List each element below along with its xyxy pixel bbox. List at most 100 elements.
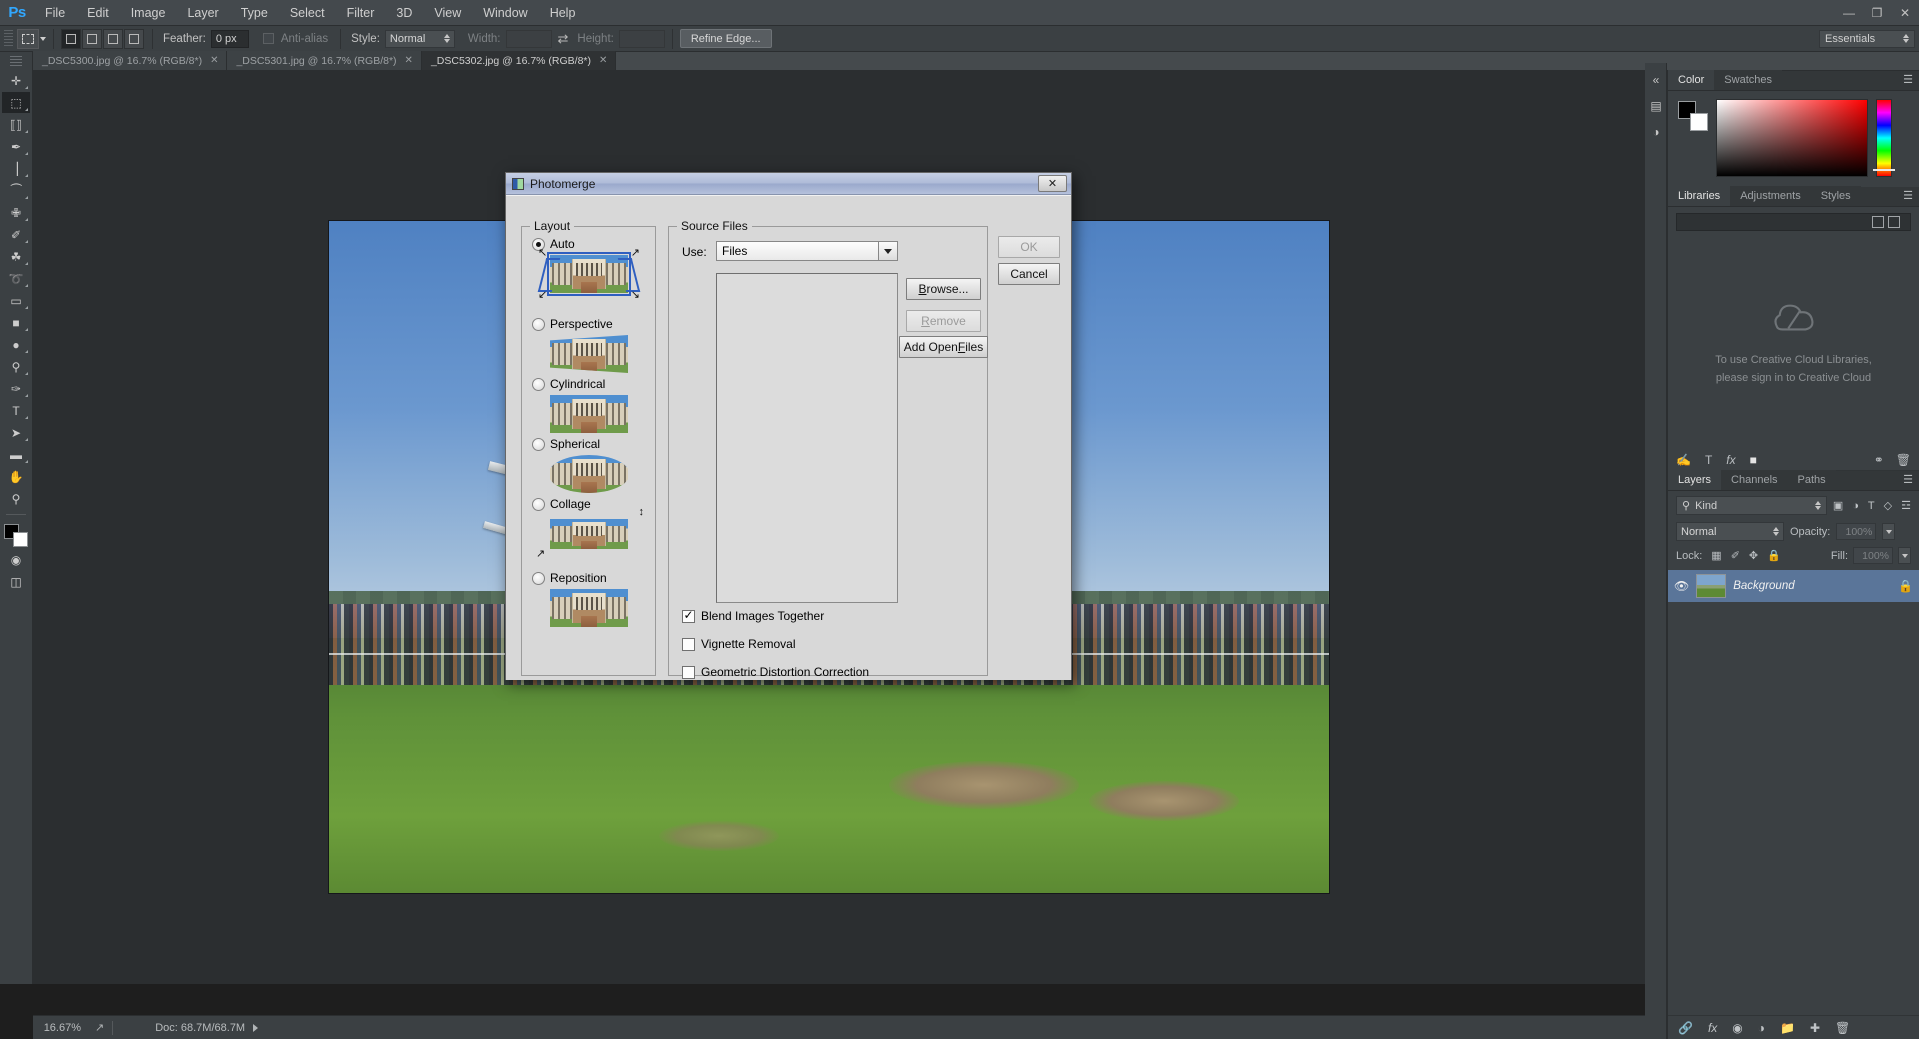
dialog-title-bar[interactable]: Photomerge ✕ xyxy=(506,173,1071,195)
layout-thumbnail-perspective[interactable] xyxy=(550,335,628,373)
tab-swatches[interactable]: Swatches xyxy=(1714,70,1782,90)
menu-view[interactable]: View xyxy=(423,0,472,26)
filter-pixel-icon[interactable]: ▣ xyxy=(1833,499,1843,512)
tools-panel-grip[interactable] xyxy=(10,56,22,66)
delete-layer-trash-icon[interactable]: 🗑 xyxy=(1835,1021,1850,1035)
solid-color-icon[interactable]: ■ xyxy=(1750,453,1757,467)
radio-cylindrical[interactable] xyxy=(532,377,545,391)
libraries-panel-menu-icon[interactable]: ☰ xyxy=(1903,186,1919,206)
height-input[interactable] xyxy=(618,29,665,48)
tab-libraries[interactable]: Libraries xyxy=(1668,186,1731,206)
tab-color[interactable]: Color xyxy=(1668,70,1715,90)
hue-ramp[interactable] xyxy=(1876,99,1892,177)
vignette-removal-checkbox[interactable]: ✓ xyxy=(682,637,695,651)
type-adjust-icon[interactable]: T xyxy=(1705,453,1712,467)
libraries-search-input[interactable] xyxy=(1681,216,1872,228)
layout-thumbnail-spherical[interactable] xyxy=(550,455,628,493)
menu-window[interactable]: Window xyxy=(472,0,538,26)
quick-mask-toggle[interactable]: ◉ xyxy=(2,549,30,570)
anti-alias-checkbox[interactable] xyxy=(262,33,274,44)
pen-tool[interactable]: ✑ xyxy=(2,378,30,399)
radio-collage[interactable] xyxy=(532,497,545,511)
color-background-swatch[interactable] xyxy=(1690,113,1708,131)
layer-style-fx-icon[interactable]: fx xyxy=(1708,1021,1717,1035)
opacity-chevron-down-icon[interactable] xyxy=(1882,523,1896,540)
layer-filter-kind-select[interactable]: ⚲ Kind xyxy=(1676,496,1827,515)
add-open-files-button[interactable]: Add Open Files xyxy=(899,336,988,358)
tool-preset-picker[interactable] xyxy=(17,28,39,49)
tab-channels[interactable]: Channels xyxy=(1721,470,1788,490)
layout-option-reposition[interactable]: Reposition xyxy=(532,571,607,585)
refine-edge-button[interactable]: Refine Edge... xyxy=(679,29,772,48)
opacity-value[interactable]: 100% xyxy=(1836,523,1877,540)
menu-layer[interactable]: Layer xyxy=(176,0,229,26)
tab-layers[interactable]: Layers xyxy=(1668,470,1722,490)
filter-type-icon[interactable]: T xyxy=(1868,500,1875,512)
lock-transparent-pixels-icon[interactable]: ▦ xyxy=(1711,549,1721,562)
menu-filter[interactable]: Filter xyxy=(336,0,386,26)
tab-close-icon[interactable]: ✕ xyxy=(599,55,607,66)
new-layer-icon[interactable]: ✚ xyxy=(1810,1021,1820,1035)
color-panel-menu-icon[interactable]: ☰ xyxy=(1903,70,1919,90)
vignette-removal-row[interactable]: ✓ Vignette Removal xyxy=(682,637,796,651)
tool-preset-chevron-down-icon[interactable] xyxy=(40,36,46,41)
layout-thumbnail-collage[interactable]: ↕ ↗ xyxy=(536,507,644,560)
radio-reposition[interactable] xyxy=(532,571,545,585)
menu-image[interactable]: Image xyxy=(120,0,177,26)
history-brush-tool[interactable]: ➰ xyxy=(2,268,30,289)
dodge-tool[interactable]: ⚲ xyxy=(2,356,30,377)
menu-edit[interactable]: Edit xyxy=(76,0,120,26)
restore-button[interactable]: ❐ xyxy=(1863,0,1891,26)
gradient-tool[interactable]: ■ xyxy=(2,312,30,333)
collapse-panels-chevron-icon[interactable]: « xyxy=(1645,67,1667,93)
filter-smart-object-icon[interactable]: ☲ xyxy=(1901,499,1911,512)
share-icon[interactable]: ↗ xyxy=(95,1021,104,1034)
clone-stamp-tool[interactable]: ☘ xyxy=(2,246,30,267)
zoom-level-field[interactable]: 16.67% xyxy=(33,1022,85,1034)
dialog-close-button[interactable]: ✕ xyxy=(1038,175,1067,192)
crop-tool[interactable]: ⎟ xyxy=(2,158,30,179)
layout-option-collage[interactable]: Collage xyxy=(532,497,591,511)
layout-thumbnail-reposition[interactable] xyxy=(550,589,628,627)
tab-close-icon[interactable]: ✕ xyxy=(405,55,413,66)
color-picker-field[interactable] xyxy=(1716,99,1868,177)
lock-image-pixels-icon[interactable]: ✐ xyxy=(1731,549,1740,562)
menu-file[interactable]: File xyxy=(34,0,76,26)
swap-width-height-icon[interactable]: ⇄ xyxy=(558,31,569,47)
layer-row-background[interactable]: 👁 Background 🔒 xyxy=(1668,570,1919,602)
subtract-from-selection-button[interactable] xyxy=(103,28,123,49)
layout-thumbnail-auto[interactable]: ↖ ↗ ↙ ↘ xyxy=(538,248,640,301)
eyedropper-tool[interactable]: ⏜ xyxy=(2,180,30,201)
filter-adjustment-icon[interactable]: ◑ xyxy=(1852,500,1859,512)
cancel-button[interactable]: Cancel xyxy=(998,263,1060,285)
lock-all-icon[interactable]: 🔒 xyxy=(1767,549,1781,562)
spot-healing-brush-tool[interactable]: ✙ xyxy=(2,202,30,223)
menu-help[interactable]: Help xyxy=(539,0,587,26)
geometric-distortion-correction-row[interactable]: ✓ Geometric Distortion Correction xyxy=(682,665,869,679)
width-input[interactable] xyxy=(505,29,552,48)
trash-icon[interactable]: 🗑 xyxy=(1896,453,1911,467)
eraser-tool[interactable]: ▭ xyxy=(2,290,30,311)
workspace-switcher[interactable]: Essentials xyxy=(1819,29,1915,48)
rail-color-icon[interactable]: ▤ xyxy=(1645,93,1667,119)
style-select[interactable]: Normal xyxy=(384,29,455,48)
feather-input[interactable]: 0 px xyxy=(210,29,249,48)
grid-view-icon[interactable] xyxy=(1872,216,1884,228)
tab-paths[interactable]: Paths xyxy=(1787,470,1836,490)
status-menu-arrow-icon[interactable] xyxy=(253,1023,259,1032)
intersect-selection-button[interactable] xyxy=(124,28,144,49)
layout-thumbnail-cylindrical[interactable] xyxy=(550,395,628,433)
document-tab-dsc5300[interactable]: _DSC5300.jpg @ 16.7% (RGB/8*) ✕ xyxy=(33,51,228,70)
list-view-icon[interactable] xyxy=(1888,216,1900,228)
photomerge-dialog[interactable]: Photomerge ✕ Layout Auto ↖ ↗ ↙ ↘ Perspec… xyxy=(505,172,1072,680)
menu-type[interactable]: Type xyxy=(230,0,279,26)
radio-spherical[interactable] xyxy=(532,437,545,451)
menu-3d[interactable]: 3D xyxy=(385,0,423,26)
add-to-selection-button[interactable] xyxy=(82,28,102,49)
layout-option-spherical[interactable]: Spherical xyxy=(532,437,600,451)
blur-tool[interactable]: ● xyxy=(2,334,30,355)
rectangle-shape-tool[interactable]: ▬ xyxy=(2,444,30,465)
foreground-background-color-swatches[interactable] xyxy=(2,523,30,549)
fill-value[interactable]: 100% xyxy=(1853,547,1893,564)
rectangular-marquee-tool[interactable]: ⬚ xyxy=(2,92,30,113)
